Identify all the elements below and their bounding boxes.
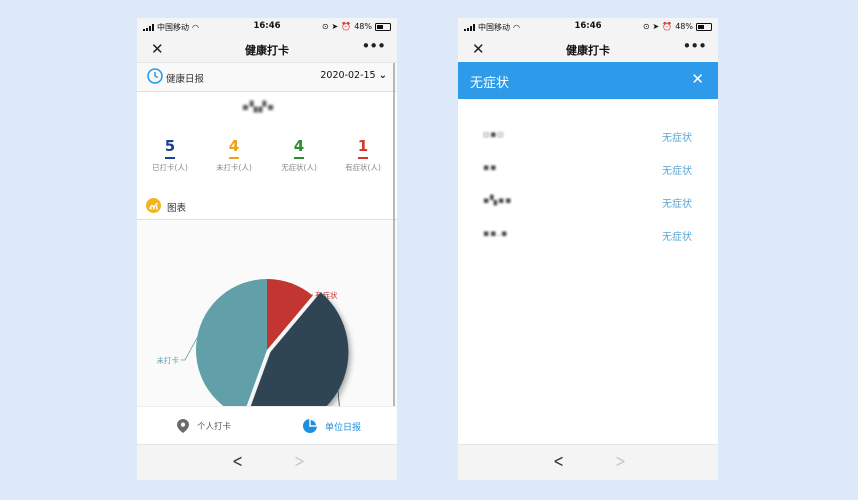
tab-personal-checkin[interactable]: 个人打卡 [177,407,231,445]
location-pin-icon [177,419,189,433]
modal-title: 无症状 [470,76,510,91]
stat-underline [294,157,304,159]
location-arrow-icon: ➤ [652,22,660,31]
person-list: ▫▪▫ 无症状 ▪▪ 无症状 ▪▚▪▪ 无症状 ▪▪.▪ 无症状 [458,120,718,252]
stat-label: 未打卡(人) [216,162,252,172]
person-status[interactable]: 无症状 [662,129,692,144]
date-picker[interactable]: 2020-02-15 ⌄ [320,70,387,81]
chart-section-label: 图表 [167,203,187,214]
phone-screen-daily-report: 中国移动 ◠ 16:46 ⊙ ➤ ⏰ 48% ✕ 健康打卡 ••• 健康日报 2… [137,18,397,480]
stat-underline [165,157,175,159]
stat-label: 有症状(人) [345,162,381,172]
close-icon[interactable]: ✕ [691,70,704,88]
chevron-down-icon: ⌄ [378,70,387,81]
pie-chart-icon [303,419,317,433]
clock-icon [147,68,163,84]
status-bar: 中国移动 ◠ 16:46 ⊙ ➤ ⏰ 48% [137,18,397,36]
tab-label: 单位日报 [325,422,362,433]
pie-leader-line [337,390,340,406]
stat-symptoms[interactable]: 1 有症状(人) [331,136,395,173]
pie-chart: 有症状无症状未打卡 [157,279,349,406]
chart-icon [146,198,161,213]
chevron-right-icon: > [615,451,626,472]
stat-value: 1 [357,137,369,155]
stat-not-checked-in[interactable]: 4 未打卡(人) [202,136,266,173]
nav-bar: ✕ 健康打卡 ••• [458,36,718,63]
pie-slice-label: 未打卡 [157,355,180,365]
stat-checked-in[interactable]: 5 已打卡(人) [138,136,202,173]
stats-row: 5 已打卡(人) 4 未打卡(人) 4 无症状(人) 1 有症状(人) [137,136,397,180]
more-icon[interactable]: ••• [361,37,386,55]
person-name: ▪▚▪▪ [483,196,513,206]
battery-percent: 48% [354,22,372,31]
chart-section-header: 图表 [137,193,397,220]
person-status[interactable]: 无症状 [662,228,692,243]
person-name: ▪▪.▪ [483,229,509,239]
battery-icon [375,22,391,31]
list-item[interactable]: ▪▪.▪ 无症状 [458,219,718,252]
person-status[interactable]: 无症状 [662,195,692,210]
date-value: 2020-02-15 [320,70,376,81]
stat-value: 4 [293,137,305,155]
location-arrow-icon: ➤ [331,22,339,31]
browser-bottom-bar: < > [137,444,397,480]
report-label: 健康日报 [166,74,205,85]
list-item[interactable]: ▫▪▫ 无症状 [458,120,718,153]
phone-screen-no-symptoms-list: 中国移动 ◠ 16:46 ⊙ ➤ ⏰ 48% ✕ 健康打卡 ••• 无症状 ✕ … [458,18,718,480]
chevron-left-icon[interactable]: < [553,451,564,472]
battery-icon [696,22,712,31]
status-bar: 中国移动 ◠ 16:46 ⊙ ➤ ⏰ 48% [458,18,718,36]
report-header: 健康日报 2020-02-15 ⌄ [137,63,397,92]
alarm-icon: ⏰ [662,22,673,31]
list-item[interactable]: ▪▪ 无症状 [458,153,718,186]
modal-header: 无症状 ✕ [458,62,718,99]
stat-underline [229,157,239,159]
nav-bar: ✕ 健康打卡 ••• [137,36,397,63]
stat-value: 4 [228,137,240,155]
person-name: ▪▪ [483,163,498,173]
stat-no-symptoms[interactable]: 4 无症状(人) [267,136,331,173]
page-title: 健康打卡 [245,44,289,57]
alarm-icon: ⏰ [341,22,352,31]
pie-slice[interactable] [196,279,267,406]
browser-bottom-bar: < > [458,444,718,480]
stat-label: 已打卡(人) [152,162,188,172]
tab-unit-report[interactable]: 单位日报 [303,407,361,445]
more-icon[interactable]: ••• [682,37,707,55]
lock-rotation-icon: ⊙ [321,22,329,31]
lock-rotation-icon: ⊙ [642,22,650,31]
stat-underline [358,157,368,159]
pie-chart-area: 有症状无症状未打卡 [137,220,397,406]
stat-value: 5 [164,137,176,155]
bottom-tab-bar: 个人打卡 单位日报 [137,406,397,445]
tab-label: 个人打卡 [197,422,232,432]
chevron-left-icon[interactable]: < [232,451,243,472]
person-status[interactable]: 无症状 [662,162,692,177]
pie-leader-line [181,337,198,361]
list-item[interactable]: ▪▚▪▪ 无症状 [458,186,718,219]
chevron-right-icon: > [294,451,305,472]
battery-percent: 48% [675,22,693,31]
unit-name: ▪▚▞▪ [242,102,275,113]
stat-label: 无症状(人) [281,162,317,172]
scrollbar[interactable] [393,63,395,407]
page-title: 健康打卡 [566,44,610,57]
person-name: ▫▪▫ [483,130,505,140]
